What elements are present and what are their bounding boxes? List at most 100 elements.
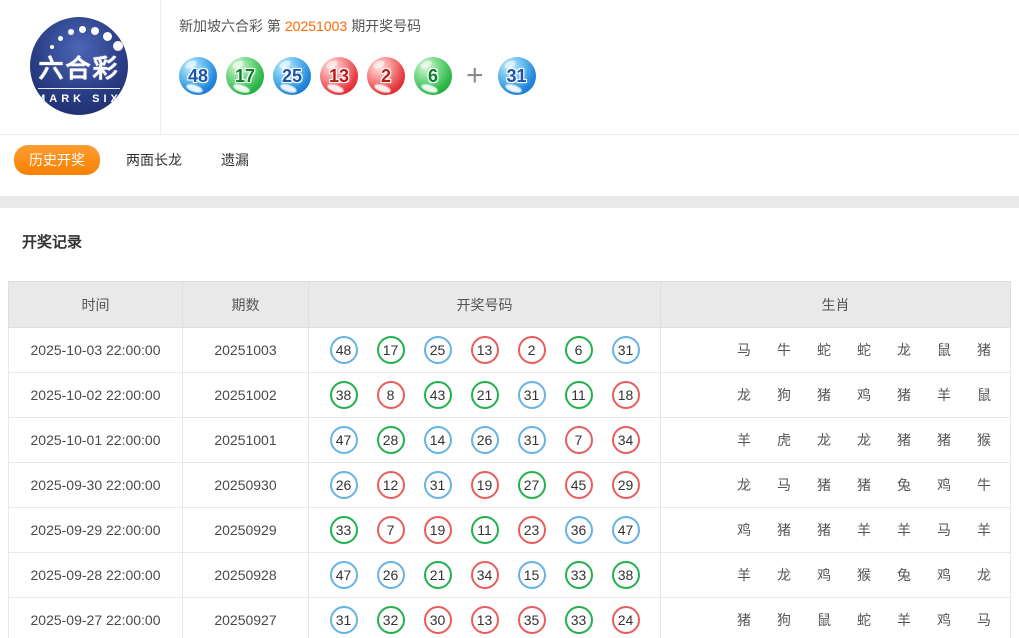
result-ball: 21 [424, 561, 452, 589]
lottery-ball: 17 [226, 57, 264, 95]
cell-time: 2025-09-27 22:00:00 [9, 598, 183, 638]
result-ball: 7 [377, 516, 405, 544]
zodiac-char: 猪 [924, 430, 964, 450]
table-row: 2025-09-27 22:00:00 20250927 31323013353… [9, 598, 1011, 638]
lottery-ball: 2 [367, 57, 405, 95]
result-ball: 14 [424, 426, 452, 454]
result-ball: 24 [612, 606, 640, 634]
result-ball: 27 [518, 471, 546, 499]
result-ball: 15 [518, 561, 546, 589]
zodiac-char: 猪 [804, 520, 844, 540]
table-row: 2025-10-01 22:00:00 20251001 47281426317… [9, 418, 1011, 463]
result-ball: 18 [612, 381, 640, 409]
cell-zodiac: 龙狗猪鸡猪羊鼠 [661, 385, 1010, 405]
tab-bar: 历史开奖 两面长龙 遗漏 [0, 135, 1019, 196]
results-table-body: 2025-10-03 22:00:00 20251003 48172513263… [9, 328, 1011, 638]
zodiac-char: 猪 [844, 475, 884, 495]
zodiac-char: 马 [764, 475, 804, 495]
zodiac-char: 兔 [884, 565, 924, 585]
table-row: 2025-09-29 22:00:00 20250929 33719112336… [9, 508, 1011, 553]
cell-zodiac: 马牛蛇蛇龙鼠猪 [661, 340, 1010, 360]
result-ball: 38 [330, 381, 358, 409]
cell-period: 20250927 [183, 598, 309, 638]
table-row: 2025-10-03 22:00:00 20251003 48172513263… [9, 328, 1011, 373]
zodiac-char: 龙 [844, 430, 884, 450]
zodiac-char: 牛 [764, 340, 804, 360]
result-ball: 13 [471, 336, 499, 364]
cell-zodiac: 羊龙鸡猴兔鸡龙 [661, 565, 1010, 585]
winning-balls-row: 4817251326 + 31 [179, 57, 1019, 95]
zodiac-char: 鸡 [804, 565, 844, 585]
zodiac-char: 兔 [884, 475, 924, 495]
result-ball: 48 [330, 336, 358, 364]
zodiac-char: 猴 [844, 565, 884, 585]
cell-balls: 4728142631734 [309, 426, 660, 454]
result-ball: 23 [518, 516, 546, 544]
result-ball: 47 [330, 561, 358, 589]
table-row: 2025-10-02 22:00:00 20251002 38843213111… [9, 373, 1011, 418]
zodiac-char: 龙 [964, 565, 1004, 585]
zodiac-char: 鼠 [964, 385, 1004, 405]
result-ball: 11 [471, 516, 499, 544]
page-header: 六合彩 MARK SIX 新加坡六合彩 第20251003期开奖号码 48172… [0, 0, 1019, 135]
zodiac-char: 马 [724, 340, 764, 360]
result-ball: 33 [330, 516, 358, 544]
cell-time: 2025-10-01 22:00:00 [9, 418, 183, 463]
tab-omission[interactable]: 遗漏 [221, 150, 249, 170]
tab-history-draws[interactable]: 历史开奖 [14, 145, 100, 175]
zodiac-char: 龙 [724, 475, 764, 495]
result-ball: 34 [612, 426, 640, 454]
result-ball: 6 [565, 336, 593, 364]
zodiac-char: 狗 [764, 610, 804, 630]
cell-time: 2025-09-28 22:00:00 [9, 553, 183, 598]
zodiac-char: 羊 [724, 430, 764, 450]
zodiac-char: 羊 [724, 565, 764, 585]
header-main: 新加坡六合彩 第20251003期开奖号码 4817251326 + 31 [160, 0, 1019, 134]
main-balls: 4817251326 [179, 57, 452, 95]
result-ball: 34 [471, 561, 499, 589]
zodiac-char: 马 [924, 520, 964, 540]
zodiac-char: 龙 [764, 565, 804, 585]
result-ball: 38 [612, 561, 640, 589]
zodiac-char: 狗 [764, 385, 804, 405]
zodiac-char: 鸡 [724, 520, 764, 540]
cell-period: 20250930 [183, 463, 309, 508]
zodiac-char: 羊 [924, 385, 964, 405]
cell-balls: 47262134153338 [309, 561, 660, 589]
zodiac-char: 猪 [884, 430, 924, 450]
result-ball: 30 [424, 606, 452, 634]
result-ball: 31 [424, 471, 452, 499]
result-ball: 36 [565, 516, 593, 544]
lottery-ball: 13 [320, 57, 358, 95]
zodiac-char: 猪 [884, 385, 924, 405]
result-ball: 35 [518, 606, 546, 634]
zodiac-char: 猪 [764, 520, 804, 540]
result-ball: 7 [565, 426, 593, 454]
cell-period: 20251001 [183, 418, 309, 463]
tab-two-sided-streak[interactable]: 两面长龙 [126, 150, 182, 170]
zodiac-char: 羊 [964, 520, 1004, 540]
result-ball: 33 [565, 606, 593, 634]
result-ball: 12 [377, 471, 405, 499]
zodiac-char: 鸡 [924, 565, 964, 585]
result-ball: 31 [518, 426, 546, 454]
cell-period: 20251003 [183, 328, 309, 373]
mark-six-logo: 六合彩 MARK SIX [30, 17, 128, 115]
zodiac-char: 蛇 [844, 610, 884, 630]
zodiac-char: 鼠 [924, 340, 964, 360]
result-ball: 26 [471, 426, 499, 454]
lottery-ball: 48 [179, 57, 217, 95]
section-title: 开奖记录 [0, 208, 1019, 252]
zodiac-char: 马 [964, 610, 1004, 630]
zodiac-char: 鼠 [804, 610, 844, 630]
result-ball: 31 [518, 381, 546, 409]
section-divider [0, 196, 1019, 208]
result-ball: 21 [471, 381, 499, 409]
result-ball: 33 [565, 561, 593, 589]
logo-dots-arc-icon [30, 17, 128, 115]
result-ball: 19 [471, 471, 499, 499]
zodiac-char: 鸡 [924, 475, 964, 495]
zodiac-char: 猴 [964, 430, 1004, 450]
cell-time: 2025-09-29 22:00:00 [9, 508, 183, 553]
zodiac-char: 蛇 [804, 340, 844, 360]
